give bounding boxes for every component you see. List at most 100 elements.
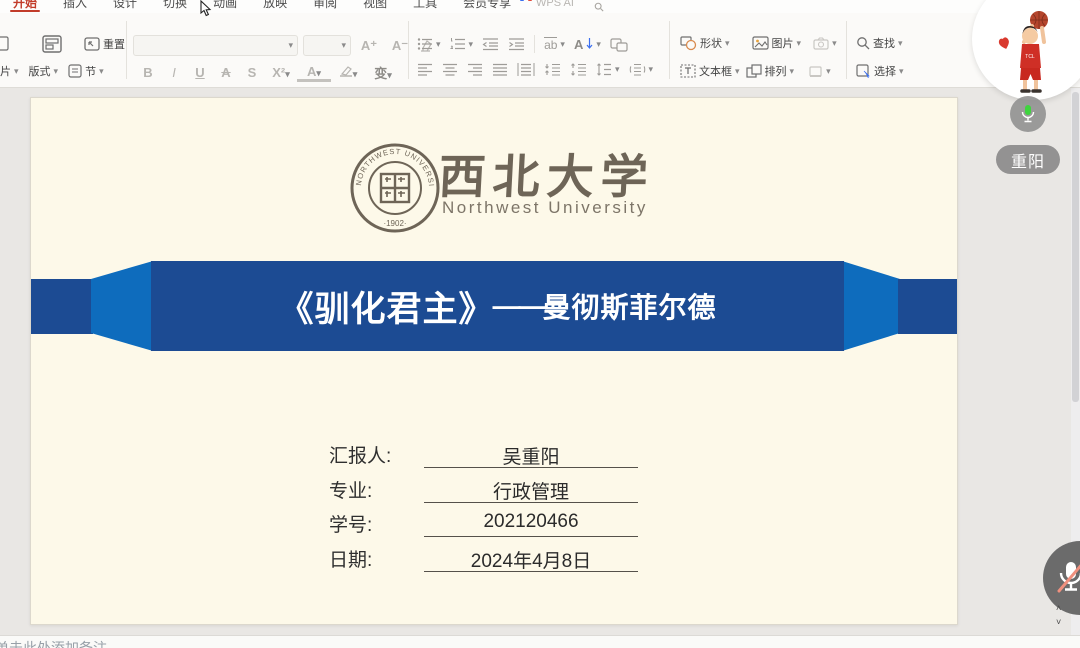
align-left-icon[interactable] — [417, 63, 433, 76]
font-name-combo[interactable]: ▾ — [133, 35, 298, 56]
tab-member[interactable]: 会员专享 — [458, 0, 516, 13]
increase-indent-icon[interactable] — [508, 37, 525, 51]
field-label: 日期: — [329, 545, 372, 572]
layout-button[interactable]: 版式▾ — [29, 63, 59, 79]
textbox-button[interactable]: 文本框▾ — [680, 63, 740, 79]
tab-insert[interactable]: 插入 — [58, 0, 92, 13]
slide-title: 《驯化君主》 —— 曼彻斯菲尔德 — [278, 281, 716, 332]
title-author: 曼彻斯菲尔德 — [543, 286, 717, 326]
reset-button[interactable]: 重置 — [84, 36, 125, 52]
scrollbar-thumb[interactable] — [1072, 92, 1079, 402]
muted-microphone-icon — [1054, 559, 1080, 597]
banner-bevel-left — [91, 261, 153, 351]
paragraph-group: ▾ ▾ ab▾ A▾ ▾ ▾ — [415, 13, 665, 87]
search-icon[interactable] — [594, 2, 604, 12]
tab-slideshow[interactable]: 放映 — [258, 0, 292, 13]
field-value: 行政管理 — [424, 477, 638, 504]
divider — [126, 21, 127, 79]
divider — [408, 21, 409, 79]
divider — [846, 21, 847, 79]
text-effects-button[interactable]: 变▾ — [365, 63, 401, 82]
text-shadow-button[interactable]: S — [239, 65, 265, 80]
find-button[interactable]: 查找▾ — [856, 35, 903, 51]
text-direction-button[interactable]: A▾ — [574, 37, 601, 52]
tab-tools[interactable]: 工具 — [408, 0, 442, 13]
line-spacing-button[interactable]: ▾ — [596, 63, 620, 76]
tab-review[interactable]: 审阅 — [308, 0, 342, 13]
char-border-button[interactable]: ab▾ — [544, 37, 565, 52]
previous-slide-icon[interactable]: ˄ — [1056, 604, 1061, 612]
decrease-indent-icon[interactable] — [482, 37, 499, 51]
tab-transition[interactable]: 切换 — [158, 0, 192, 13]
new-slide-button[interactable]: 片▾ — [0, 63, 19, 79]
tab-home[interactable]: 开始 — [8, 0, 42, 13]
bullet-list-button[interactable]: ▾ — [417, 37, 441, 51]
slide-group: 重置 片▾ 版式▾ 节▾ — [0, 13, 122, 87]
participant-name: 重阳 — [1011, 148, 1045, 172]
wps-ai-entry[interactable]: WPS AI — [520, 0, 574, 13]
insert-group: 形状▾ 图片▾ ▾ 文本框▾ 排列▾ ▾ — [680, 13, 842, 87]
section-button[interactable]: 节▾ — [68, 63, 104, 79]
align-center-icon[interactable] — [442, 63, 458, 76]
notes-pane[interactable]: 单击此处添加备注 — [0, 635, 1080, 648]
new-slide-icon[interactable] — [0, 36, 10, 52]
field-label: 专业: — [329, 476, 372, 503]
convert-smartart-icon[interactable] — [610, 37, 628, 52]
svg-text:TCL: TCL — [1025, 54, 1035, 60]
shrink-font-button[interactable]: A⁻ — [387, 38, 413, 54]
edit-group: 查找▾ 选择▾ — [856, 13, 946, 87]
tab-view[interactable]: 视图 — [358, 0, 392, 13]
increase-para-spacing-icon[interactable] — [544, 63, 561, 76]
picture-button[interactable]: 图片▾ — [752, 35, 802, 51]
field-row-presenter[interactable]: 汇报人: 吴重阳 — [329, 441, 639, 471]
ribbon-toolbar: 重置 片▾ 版式▾ 节▾ ▾ ▾ A⁺ A⁻ B I U A S — [0, 13, 1080, 88]
editing-canvas: NORTHWEST UNIVERSITY · XI'AN · CHINA ·19… — [0, 88, 1080, 648]
decrease-para-spacing-icon[interactable] — [570, 63, 587, 76]
field-row-date[interactable]: 日期: 2024年4月8日 — [329, 545, 639, 575]
strikethrough-button[interactable]: A — [213, 65, 239, 80]
university-name-en: Northwest University — [442, 198, 648, 218]
field-label: 汇报人: — [329, 441, 391, 468]
superscript-button[interactable]: X²▾ — [265, 65, 297, 80]
highlight-color-button[interactable]: ▾ — [331, 65, 365, 80]
next-slide-icon[interactable]: ˅ — [1056, 618, 1061, 626]
grow-font-button[interactable]: A⁺ — [356, 38, 382, 54]
title-book-name: 《驯化君主》 — [278, 281, 494, 332]
underline-button[interactable]: U — [187, 65, 213, 80]
field-underline — [424, 502, 638, 503]
shapes-button[interactable]: 形状▾ — [680, 35, 730, 51]
paragraph-settings-button[interactable]: ▾ — [629, 63, 654, 76]
tab-design[interactable]: 设计 — [108, 0, 142, 13]
merge-shapes-button[interactable]: ▾ — [808, 65, 831, 78]
numbered-list-button[interactable]: ▾ — [450, 37, 474, 51]
microphone-button[interactable] — [1010, 96, 1046, 132]
notes-placeholder: 单击此处添加备注 — [0, 638, 107, 648]
font-color-button[interactable]: A▾ — [297, 64, 331, 82]
mini-divider — [534, 35, 535, 53]
banner-arm-right — [898, 279, 958, 334]
arrange-button[interactable]: 排列▾ — [746, 63, 795, 79]
distribute-icon[interactable] — [517, 63, 535, 76]
select-button[interactable]: 选择▾ — [856, 63, 904, 79]
font-size-combo[interactable]: ▾ — [303, 35, 351, 56]
university-seal: NORTHWEST UNIVERSITY · XI'AN · CHINA ·19… — [349, 142, 441, 234]
svg-text:NORTHWEST UNIVERSITY · XI'AN ·: NORTHWEST UNIVERSITY · XI'AN · CHINA — [349, 142, 436, 187]
align-right-icon[interactable] — [467, 63, 483, 76]
participant-name-badge: 重阳 — [996, 145, 1060, 174]
screenshot-button[interactable]: ▾ — [813, 37, 837, 50]
field-row-major[interactable]: 专业: 行政管理 — [329, 476, 639, 506]
field-row-student-id[interactable]: 学号: 202120466 — [329, 510, 639, 540]
slide-1[interactable]: NORTHWEST UNIVERSITY · XI'AN · CHINA ·19… — [30, 97, 958, 625]
title-banner[interactable]: 《驯化君主》 —— 曼彻斯菲尔德 — [151, 261, 844, 351]
tab-animation[interactable]: 动画 — [208, 0, 242, 13]
bold-button[interactable]: B — [135, 65, 161, 80]
menu-tabs: 开始 插入 设计 切换 动画 放映 审阅 视图 工具 会员专享 — [8, 0, 516, 13]
layout-icon[interactable] — [42, 35, 62, 53]
menu-bar: 开始 插入 设计 切换 动画 放映 审阅 视图 工具 会员专享 WPS AI — [0, 0, 1080, 13]
italic-button[interactable]: I — [161, 65, 187, 80]
logo-dot-red — [528, 0, 532, 1]
font-group: ▾ ▾ A⁺ A⁻ B I U A S X²▾ A▾ ▾ 变▾ — [133, 13, 405, 87]
justify-icon[interactable] — [492, 63, 508, 76]
field-value: 吴重阳 — [424, 442, 638, 469]
logo-dot-blue — [520, 0, 524, 1]
